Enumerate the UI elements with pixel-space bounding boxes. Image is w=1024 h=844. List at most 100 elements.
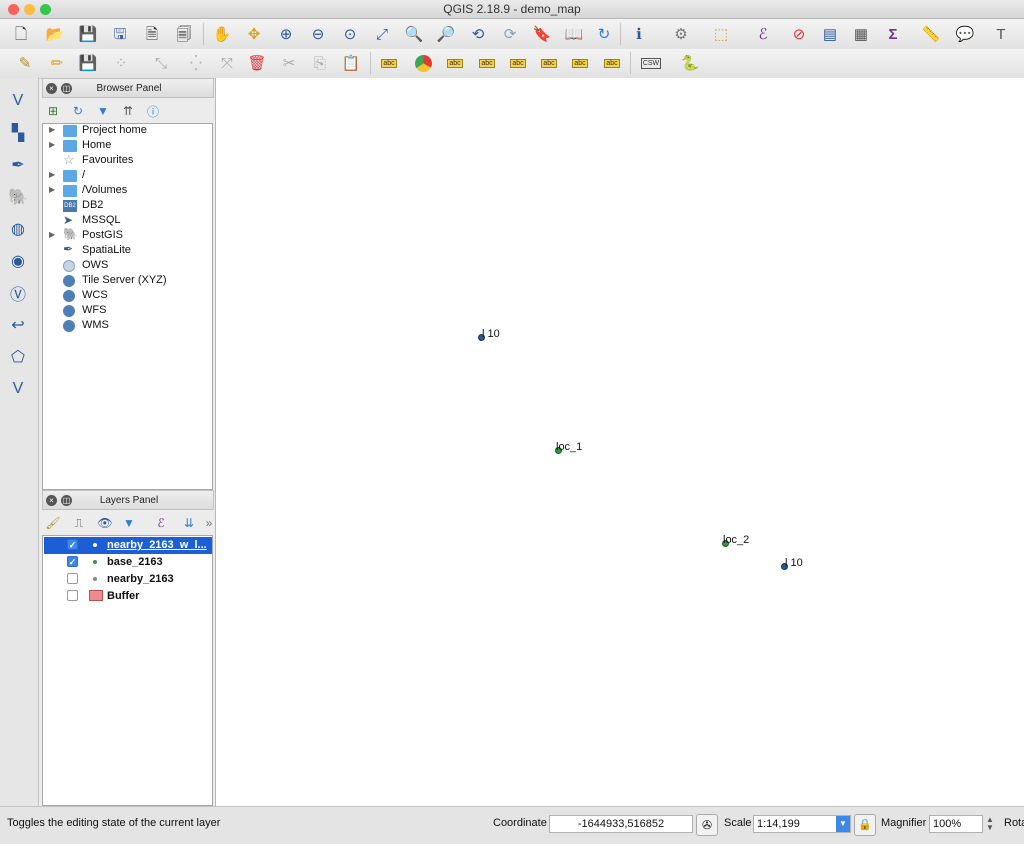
layer-visibility-checkbox[interactable]: ✓ <box>67 539 78 550</box>
identify-icon[interactable]: ℹ <box>628 23 650 45</box>
composer-manager-icon[interactable]: 🗐 <box>173 23 195 45</box>
browser-item-project-home[interactable]: ▶ Project home <box>43 124 211 139</box>
browser-item-root[interactable]: ▶ / <box>43 169 211 184</box>
layer-visibility-checkbox[interactable] <box>67 590 78 601</box>
browser-item-spatialite[interactable]: ✒ SpatiaLite <box>43 242 211 259</box>
zoom-last-icon[interactable]: ⟲ <box>467 23 489 45</box>
node-tool-icon[interactable]: ⁛ <box>185 52 207 74</box>
zoom-to-layer-icon[interactable]: 🔎 <box>435 23 457 45</box>
refresh-icon[interactable]: ↻ <box>593 23 615 45</box>
layer-visibility-checkbox[interactable]: ✓ <box>67 556 78 567</box>
statistics-icon[interactable]: Σ <box>882 23 904 45</box>
action-icon[interactable]: ⚙ <box>670 23 692 45</box>
select-icon[interactable]: ⬚ <box>710 23 732 45</box>
lock-scale-icon[interactable]: 🔒 <box>854 814 876 836</box>
browser-item-wcs[interactable]: WCS <box>43 289 211 304</box>
zoom-native-icon[interactable]: ⊙ <box>339 23 361 45</box>
chevron-down-icon[interactable]: ▼ <box>836 816 850 832</box>
filter-icon[interactable]: ▼ <box>94 102 112 120</box>
new-layer-icon[interactable]: V <box>5 376 31 402</box>
change-label-icon[interactable]: abc <box>569 52 591 74</box>
label-properties-icon[interactable]: abc <box>601 52 623 74</box>
layer-item-nearby-2163-w-l[interactable]: ✓ nearby_2163_w_l... <box>44 537 212 554</box>
magnifier-stepper-icon[interactable]: ▲ ▼ <box>986 816 996 832</box>
add-virtual-layer-icon[interactable]: ⬠ <box>5 344 31 370</box>
browser-item-volumes[interactable]: ▶ /Volumes <box>43 184 211 199</box>
browser-item-db2[interactable]: DB2 DB2 <box>43 199 211 214</box>
browser-item-wfs[interactable]: WFS <box>43 304 211 319</box>
save-project-icon[interactable]: 💾 <box>77 23 99 45</box>
move-label-icon[interactable]: abc <box>507 52 529 74</box>
browser-item-ows[interactable]: OWS <box>43 259 211 274</box>
scale-combobox[interactable]: 1:14,199 ▼ <box>753 815 851 833</box>
collapse-all-icon[interactable]: ⇈ <box>119 102 137 120</box>
add-group-icon[interactable]: ⎍ <box>70 514 88 532</box>
text-annotation-icon[interactable]: T <box>990 23 1012 45</box>
layer-item-buffer[interactable]: Buffer <box>44 588 212 605</box>
add-delimited-text-icon[interactable]: ↩ <box>5 312 31 338</box>
layer-visibility-checkbox[interactable] <box>67 573 78 584</box>
add-wfs-layer-icon[interactable]: Ⓥ <box>5 280 31 306</box>
map-tips-icon[interactable]: 💬 <box>954 23 976 45</box>
attribute-table-icon[interactable]: ▤ <box>819 23 841 45</box>
toggle-editing-icon[interactable]: ✏ <box>46 52 68 74</box>
expand-arrow-icon[interactable]: ▶ <box>49 170 55 179</box>
refresh-icon[interactable]: ↻ <box>69 102 87 120</box>
new-print-composer-icon[interactable]: 🗎 <box>141 23 163 45</box>
open-project-icon[interactable]: 📂 <box>44 23 66 45</box>
new-project-icon[interactable]: 🗋 <box>10 23 32 45</box>
measure-icon[interactable]: 📏 <box>920 23 942 45</box>
expand-arrow-icon[interactable]: ▶ <box>49 140 55 149</box>
extents-toggle-icon[interactable]: ✇ <box>696 814 718 836</box>
map-canvas[interactable]: l 10 loc_1 loc_2 l 10 <box>215 78 1024 806</box>
expand-arrow-icon[interactable]: ▶ <box>49 125 55 134</box>
add-postgis-layer-icon[interactable]: 🐘 <box>5 184 31 210</box>
expand-arrow-icon[interactable]: ▶ <box>49 185 55 194</box>
filter-legend-icon[interactable]: ▼ <box>120 514 138 532</box>
delete-selected-icon[interactable]: ⤧ <box>216 52 238 74</box>
pin-labels-icon[interactable]: abc <box>444 52 466 74</box>
properties-icon[interactable]: ⓘ <box>144 102 162 120</box>
pan-to-selection-icon[interactable]: ✥ <box>243 23 265 45</box>
new-bookmark-icon[interactable]: 🔖 <box>531 23 553 45</box>
zoom-in-icon[interactable]: ⊕ <box>275 23 297 45</box>
zoom-out-icon[interactable]: ⊖ <box>307 23 329 45</box>
add-wms-layer-icon[interactable]: ◍ <box>5 216 31 242</box>
diagram-icon[interactable] <box>412 52 434 74</box>
current-edits-icon[interactable]: ✎ <box>14 52 36 74</box>
deselect-icon[interactable]: ⊘ <box>788 23 810 45</box>
save-as-icon[interactable]: 🖫 <box>109 23 131 45</box>
add-vector-layer-icon[interactable]: V <box>5 88 31 114</box>
clipboard-icon[interactable]: 📋 <box>340 52 362 74</box>
magnifier-spinbox[interactable]: 100% <box>929 815 983 833</box>
browser-item-favourites[interactable]: ☆ Favourites <box>43 152 211 169</box>
show-bookmarks-icon[interactable]: 📖 <box>563 23 585 45</box>
cut-features-icon[interactable]: 🗑 <box>246 52 268 74</box>
rotate-label-icon[interactable]: abc <box>538 52 560 74</box>
python-icon[interactable]: 🐍 <box>679 52 701 74</box>
select-expression-icon[interactable]: ℰ <box>752 23 774 45</box>
browser-item-tile-server[interactable]: Tile Server (XYZ) <box>43 274 211 289</box>
expand-arrow-icon[interactable]: ▶ <box>49 230 55 239</box>
copy-features-icon[interactable]: ✂ <box>278 52 300 74</box>
layer-item-nearby-2163[interactable]: nearby_2163 <box>44 571 212 588</box>
filter-expression-icon[interactable]: ℰ <box>152 514 170 532</box>
pan-icon[interactable]: ✋ <box>211 23 233 45</box>
add-selected-layers-icon[interactable]: ⊞ <box>44 102 62 120</box>
zoom-to-selection-icon[interactable]: 🔍 <box>403 23 425 45</box>
layer-item-base-2163[interactable]: ✓ base_2163 <box>44 554 212 571</box>
paste-features-icon[interactable]: ⎘ <box>309 52 331 74</box>
show-hide-labels-icon[interactable]: abc <box>476 52 498 74</box>
browser-item-wms[interactable]: WMS <box>43 319 211 334</box>
add-feature-icon[interactable]: ⁘ <box>110 52 132 74</box>
field-calculator-icon[interactable]: ▦ <box>850 23 872 45</box>
add-wcs-layer-icon[interactable]: ◉ <box>5 248 31 274</box>
coordinate-field[interactable]: -1644933,516852 <box>549 815 693 833</box>
zoom-full-icon[interactable]: ⤢ <box>371 23 393 45</box>
expand-all-icon[interactable]: ⇊ <box>180 514 198 532</box>
visibility-icon[interactable]: 👁 <box>96 514 114 532</box>
move-feature-icon[interactable]: ⤡ <box>150 52 172 74</box>
save-edits-icon[interactable]: 💾 <box>77 52 99 74</box>
add-spatialite-layer-icon[interactable]: ✒ <box>5 152 31 178</box>
layer-styling-icon[interactable]: 🖌 <box>44 514 62 532</box>
